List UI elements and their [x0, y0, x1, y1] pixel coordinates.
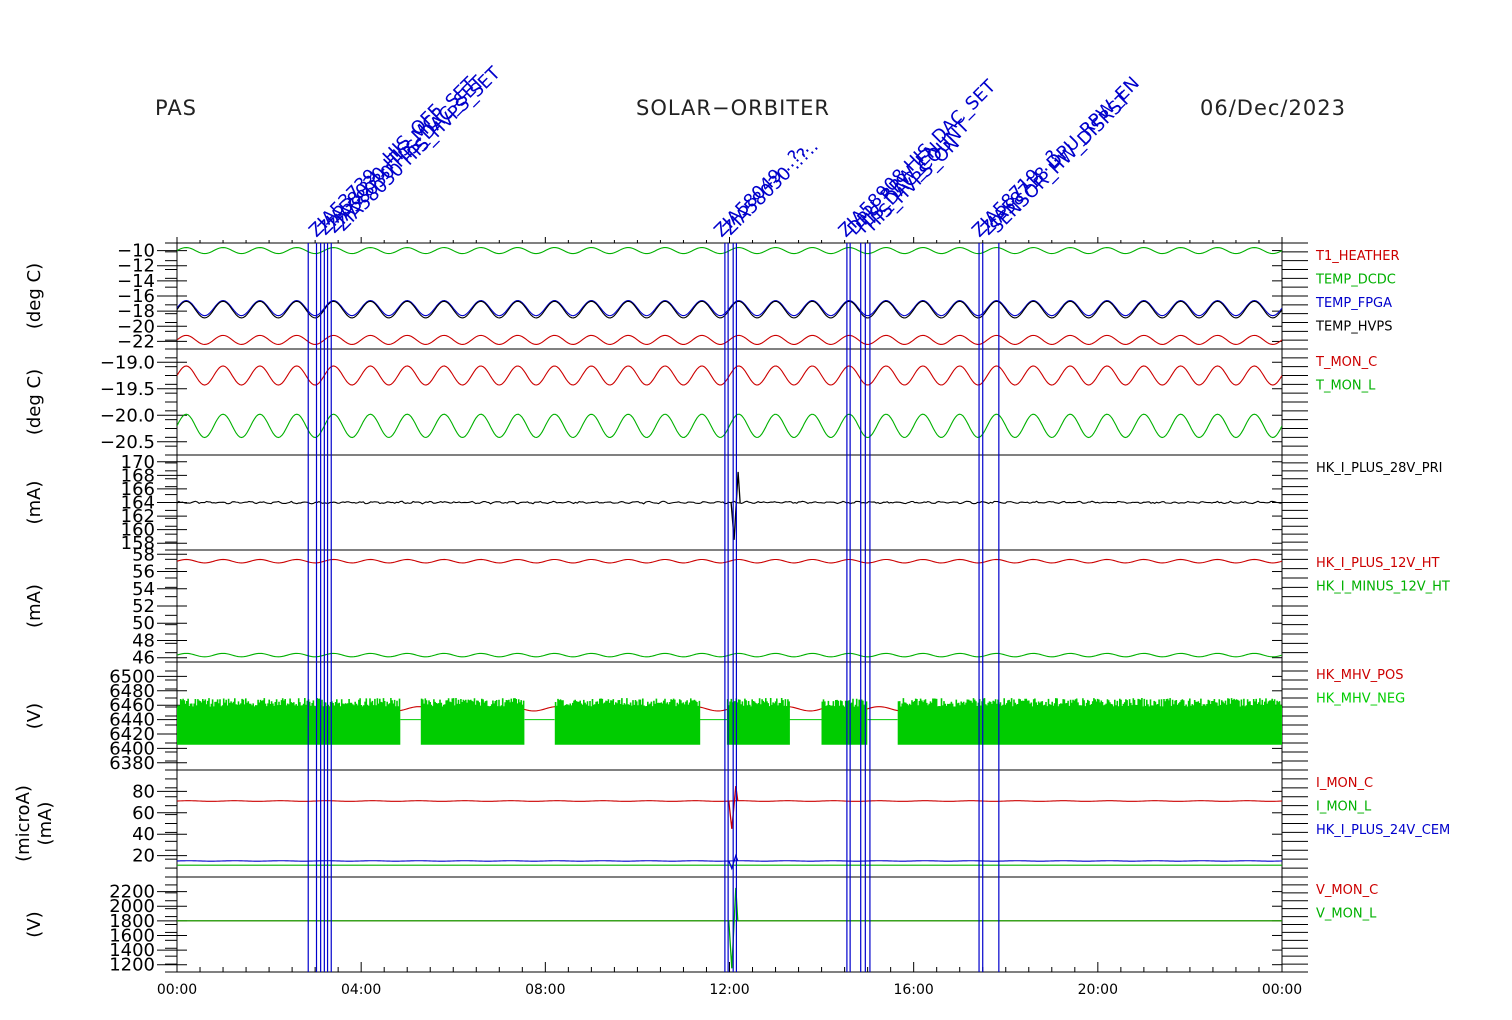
series-label-hk-i-minus-12v-ht: HK_I_MINUS_12V_HT: [1316, 580, 1450, 595]
series-label-temp-fpga: TEMP_FPGA: [1315, 296, 1392, 311]
y-axis-label: (mA): [24, 584, 45, 628]
event-label: ZIA58030 HIS_HVPS_SET: [332, 62, 505, 235]
y-tick-label: −22: [117, 331, 155, 352]
y-axis-label: (mA): [24, 481, 45, 525]
series-temp-dcdc: [177, 246, 1282, 255]
y-axis-label: (V): [24, 911, 45, 937]
y-tick-label: 40: [132, 824, 155, 845]
series-label-hk-mhv-pos: HK_MHV_POS: [1316, 668, 1404, 683]
x-tick-label: 00:00: [1262, 982, 1302, 998]
x-tick-label: 12:00: [709, 982, 749, 998]
x-tick-label: 08:00: [525, 982, 565, 998]
panel-2: −19.0 −19.5 −20.0 −20.5 (deg C) T_MON_C T_MON_…: [24, 348, 1377, 456]
y-tick-label: 1200: [109, 955, 155, 976]
series-label-hk-i-plus-28v-pri: HK_I_PLUS_28V_PRI: [1316, 461, 1442, 476]
series-t-mon-c: [177, 365, 1282, 386]
event-label: ZIA58030 ..?..: [719, 136, 823, 240]
series-label-hk-mhv-neg: HK_MHV_NEG: [1316, 692, 1405, 707]
series-label-v-mon-l: V_MON_L: [1316, 907, 1377, 922]
event-label: SENSOR_HW_DISRST: [986, 88, 1135, 237]
series-label-t1-heather: T1_HEATHER: [1315, 249, 1400, 264]
y-axis-label: (deg C): [24, 369, 45, 435]
y-tick-label: 80: [132, 781, 155, 802]
series-hk-mhv-neg: [177, 698, 1282, 745]
series-t-mon-l: [177, 413, 1282, 439]
series-hk-i-minus-12v-ht: [177, 652, 1282, 658]
y-tick-label: 60: [132, 803, 155, 824]
y-tick-label: 20: [132, 846, 155, 867]
series-spike: [730, 471, 741, 540]
panel-1: −10−12−14−16−18−20−22(deg C)T1_HEATHERTE…: [24, 241, 1400, 353]
panel-5: 6500648064606440642064006380(V)HK_MHV_PO…: [24, 661, 1405, 774]
event-markers: ZIA53739 ..HIS_OFFZIA58030 HIS_MCP_SETZI…: [305, 62, 1144, 972]
y-axis-label: (V): [24, 703, 45, 729]
y-axis-label: (deg C): [24, 263, 45, 329]
x-axis: 00:00 04:00 08:00 12:00 16:00 20:00 00:00: [157, 237, 1302, 998]
y-tick-label: −20.5: [100, 432, 155, 453]
series-t1-heather: [177, 334, 1282, 346]
series-temp-fpga: [177, 299, 1282, 317]
y-tick-label: −19.5: [100, 379, 155, 400]
series-label-t-mon-l: T_MON_L: [1315, 379, 1376, 394]
x-tick-label: 00:00: [157, 982, 197, 998]
series-label-temp-hvps: TEMP_HVPS: [1315, 320, 1392, 335]
series-label-i-mon-c: I_MON_C: [1316, 776, 1373, 791]
series-hk-i-plus-12v-ht: [177, 558, 1282, 564]
x-tick-label: 16:00: [893, 982, 933, 998]
series-label-i-mon-l: I_MON_L: [1316, 800, 1372, 815]
y-tick-label: −20.0: [100, 405, 155, 426]
series-temp-hvps: [177, 300, 1282, 319]
series-label-t-mon-c: T_MON_C: [1315, 355, 1377, 370]
housekeeping-chart: −10−12−14−16−18−20−22(deg C)T1_HEATHERTE…: [13, 62, 1450, 998]
series-label-temp-dcdc: TEMP_DCDC: [1315, 273, 1396, 288]
x-tick-label: 04:00: [341, 982, 381, 998]
panel-frame: [176, 242, 1283, 350]
panel-frame: [176, 549, 1283, 663]
y-tick-label: 6380: [109, 753, 155, 774]
y-axis-label: (microA): [13, 785, 34, 862]
y-axis-label: (mA): [35, 802, 56, 846]
panel-6: 80604020 (microA) (mA) I_MON_C I_MON_L HK_I_P…: [13, 769, 1450, 878]
x-tick-label: 20:00: [1078, 982, 1118, 998]
series-label-hk-i-plus-12v-ht: HK_I_PLUS_12V_HT: [1316, 556, 1440, 571]
series-label-hk-i-plus-24v-cem: HK_I_PLUS_24V_CEM: [1316, 823, 1450, 838]
series-hk-i-plus-28v-pri: [177, 500, 1282, 505]
series-label-v-mon-c: V_MON_C: [1316, 883, 1378, 898]
panel-7: 220020001800160014001200(V)V_MON_CV_MON_…: [24, 876, 1378, 976]
series-i-mon-c: [177, 800, 1282, 802]
panel-frame: [176, 348, 1283, 456]
y-tick-label: −19.0: [100, 352, 155, 373]
